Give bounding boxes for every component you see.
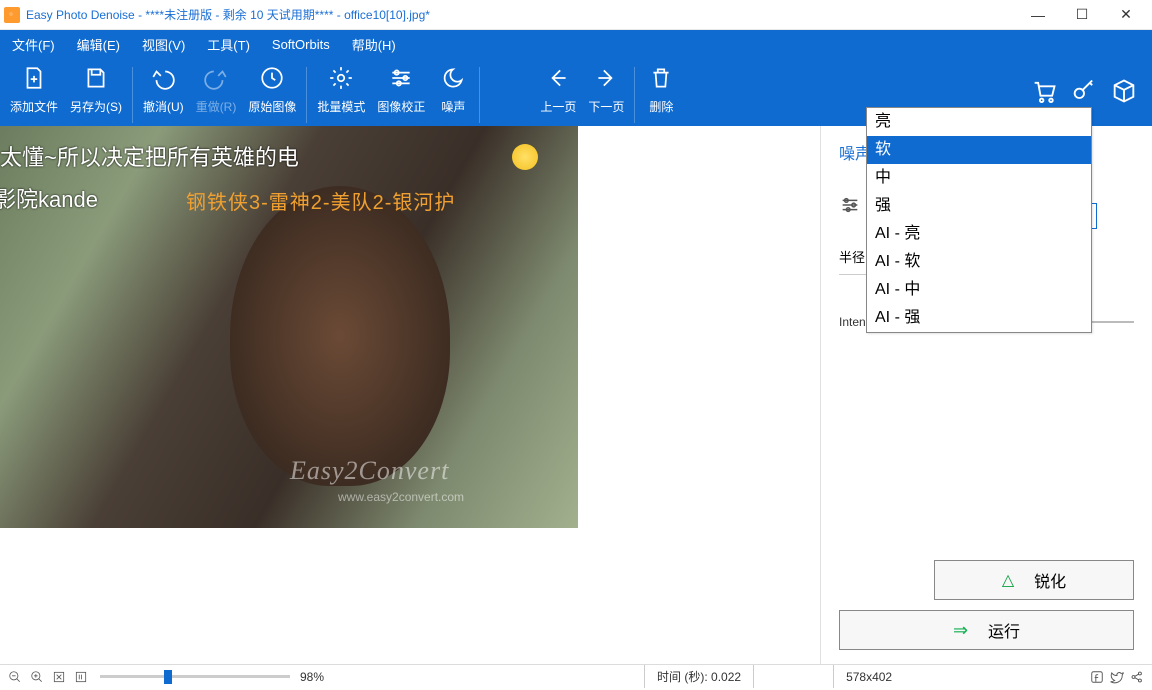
preset-option[interactable]: 强: [867, 192, 1091, 220]
zoom-value: 98%: [300, 670, 324, 684]
package-icon[interactable]: [1110, 77, 1138, 108]
canvas-area[interactable]: 卜太懂~所以决定把所有英雄的电 影院kande 钢铁侠3-雷神2-美队2-银河护…: [0, 126, 820, 664]
preset-option[interactable]: AI - 亮: [867, 220, 1091, 248]
arrow-right-icon: [592, 64, 620, 92]
batch-mode-button[interactable]: 批量模式: [311, 58, 371, 126]
preset-icon: [839, 180, 861, 219]
menu-file[interactable]: 文件(F): [8, 30, 59, 58]
minimize-button[interactable]: ―: [1016, 0, 1060, 30]
history-icon: [258, 64, 286, 92]
menu-view[interactable]: 视图(V): [138, 30, 189, 58]
next-page-button[interactable]: 下一页: [582, 58, 630, 126]
run-button[interactable]: ⇒ 运行: [839, 610, 1134, 650]
cart-icon[interactable]: [1030, 77, 1058, 108]
preset-option[interactable]: 软: [867, 136, 1091, 164]
share-icon[interactable]: [1128, 668, 1146, 686]
preset-option[interactable]: AI - 软: [867, 248, 1091, 276]
arrow-left-icon: [544, 64, 572, 92]
add-file-button[interactable]: 添加文件: [4, 58, 64, 126]
undo-button[interactable]: 撤消(U): [137, 58, 190, 126]
overlay-text-1: 卜太懂~所以决定把所有英雄的电: [0, 140, 299, 172]
zoom-out-button[interactable]: [6, 668, 24, 686]
watermark-1: Easy2Convert: [290, 456, 449, 486]
triangle-icon: △: [1002, 570, 1014, 590]
original-image-button[interactable]: 原始图像: [242, 58, 302, 126]
undo-icon: [149, 64, 177, 92]
actual-size-button[interactable]: [72, 668, 90, 686]
twitter-icon[interactable]: [1108, 668, 1126, 686]
trash-icon: [647, 64, 675, 92]
menu-edit[interactable]: 编辑(E): [73, 30, 124, 58]
titlebar: Easy Photo Denoise - ****未注册版 - 剩余 10 天试…: [0, 0, 1152, 30]
preset-option[interactable]: AI - 中: [867, 276, 1091, 304]
watermark-2: www.easy2convert.com: [338, 490, 464, 504]
overlay-text-2: 影院kande: [0, 182, 98, 214]
fit-button[interactable]: [50, 668, 68, 686]
zoom-in-button[interactable]: [28, 668, 46, 686]
delete-button[interactable]: 删除: [639, 58, 683, 126]
save-icon: [82, 64, 110, 92]
key-icon[interactable]: [1070, 77, 1098, 108]
preset-dropdown[interactable]: 亮 软 中 强 AI - 亮 AI - 软 AI - 中 AI - 强: [866, 107, 1092, 333]
facebook-icon[interactable]: [1088, 668, 1106, 686]
menu-softorbits[interactable]: SoftOrbits: [268, 30, 334, 58]
add-file-icon: [20, 64, 48, 92]
overlay-text-3: 钢铁侠3-雷神2-美队2-银河护: [186, 186, 455, 215]
preset-option[interactable]: AI - 强: [867, 304, 1091, 332]
save-as-button[interactable]: 另存为(S): [64, 58, 128, 126]
smiley-icon: [512, 144, 538, 170]
preset-option[interactable]: 中: [867, 164, 1091, 192]
gear-icon: [327, 64, 355, 92]
statusbar: 98% 时间 (秒): 0.022 578x402: [0, 664, 1152, 688]
redo-button: 重做(R): [190, 58, 243, 126]
window-title: Easy Photo Denoise - ****未注册版 - 剩余 10 天试…: [26, 6, 430, 23]
menu-tools[interactable]: 工具(T): [203, 30, 254, 58]
run-label: 运行: [988, 618, 1020, 642]
noise-button[interactable]: 噪声: [431, 58, 475, 126]
run-arrow-icon: ⇒: [953, 620, 968, 641]
close-button[interactable]: ✕: [1104, 0, 1148, 30]
preset-option[interactable]: 亮: [867, 108, 1091, 136]
redo-icon: [202, 64, 230, 92]
image-preview: 卜太懂~所以决定把所有英雄的电 影院kande 钢铁侠3-雷神2-美队2-银河护…: [0, 126, 578, 528]
sharpen-button[interactable]: △ 锐化: [934, 560, 1134, 600]
image-correct-button[interactable]: 图像校正: [371, 58, 431, 126]
sharpen-label: 锐化: [1034, 568, 1066, 592]
moon-icon: [439, 64, 467, 92]
menu-help[interactable]: 帮助(H): [348, 30, 400, 58]
menubar: 文件(F) 编辑(E) 视图(V) 工具(T) SoftOrbits 帮助(H): [0, 30, 1152, 58]
app-icon: [4, 7, 20, 23]
maximize-button[interactable]: ☐: [1060, 0, 1104, 30]
sliders-icon: [387, 64, 415, 92]
zoom-slider[interactable]: [100, 675, 290, 678]
time-value: 时间 (秒): 0.022: [644, 665, 753, 688]
dimensions-value: 578x402: [833, 665, 904, 688]
prev-page-button[interactable]: 上一页: [534, 58, 582, 126]
